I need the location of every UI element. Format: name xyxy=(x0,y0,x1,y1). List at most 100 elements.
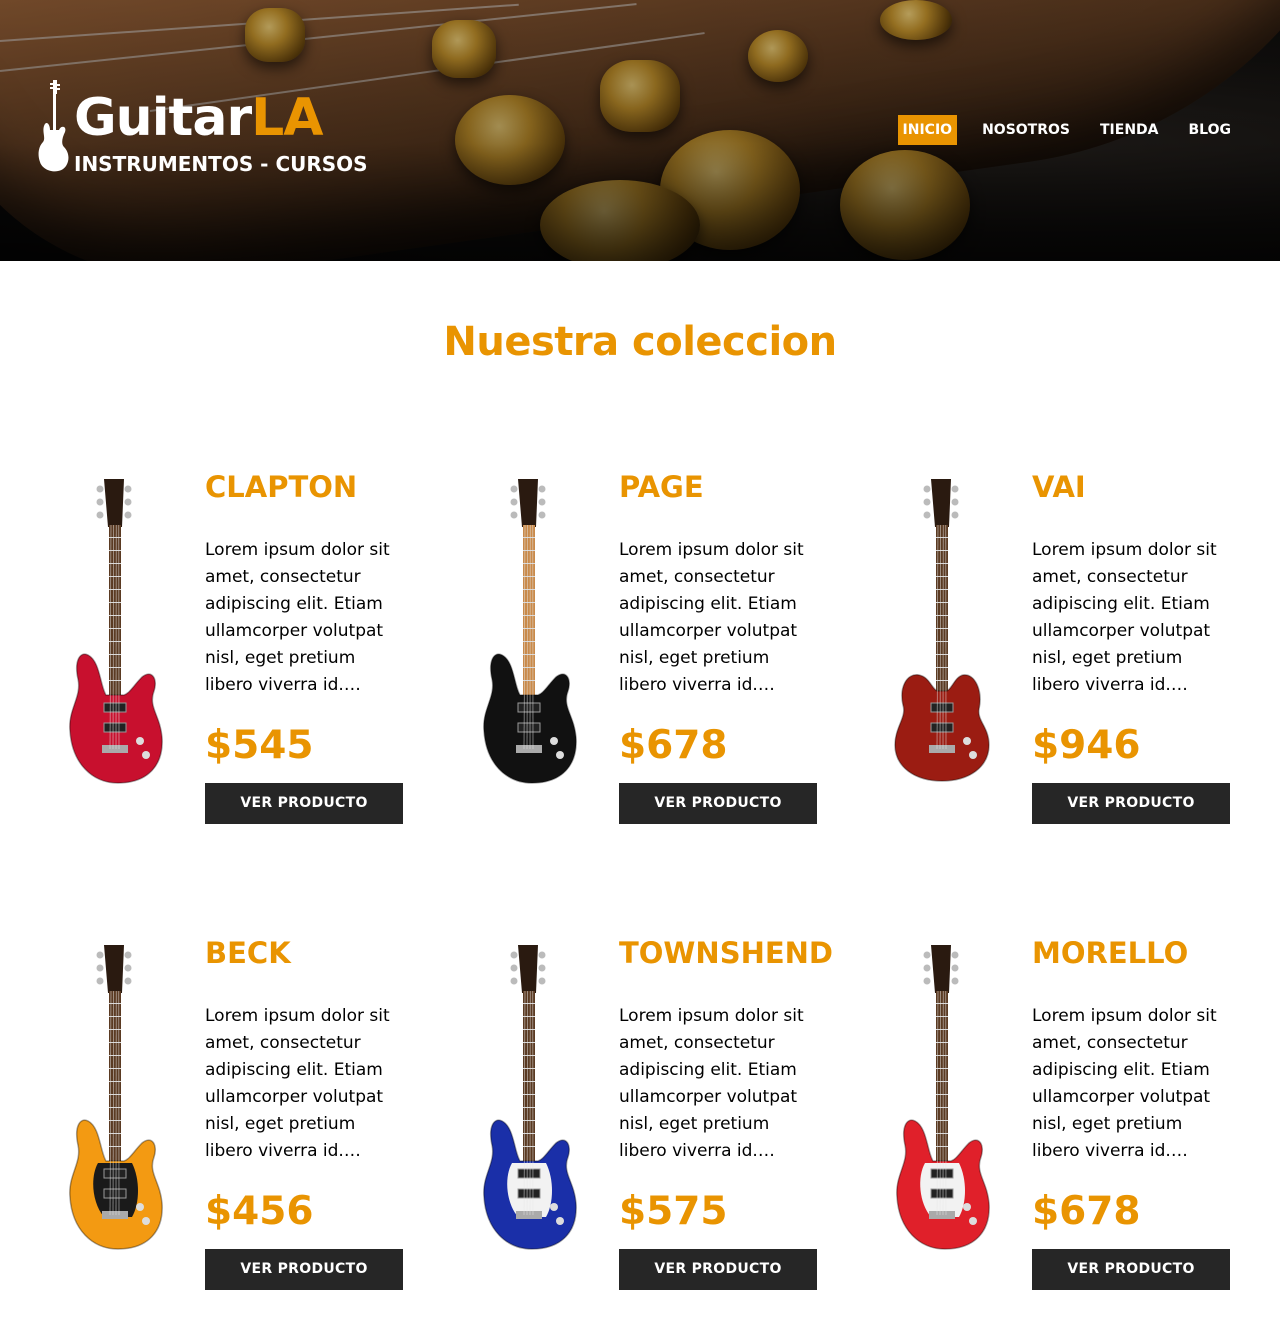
guitar-headstock xyxy=(104,479,124,527)
product-name: VAI xyxy=(1032,469,1230,505)
view-product-button[interactable]: VER PRODUCTO xyxy=(205,783,403,824)
guitar-tuner xyxy=(924,978,931,985)
orange-guitar-icon[interactable] xyxy=(40,931,190,1261)
blue-guitar-icon[interactable] xyxy=(454,931,604,1261)
logo-text-la: LA xyxy=(251,88,322,148)
guitar-tuner xyxy=(924,512,931,519)
guitar-knob xyxy=(963,737,971,745)
guitar-logo-icon xyxy=(38,80,70,175)
red-quilted-guitar-icon[interactable] xyxy=(40,465,190,795)
product-name: BECK xyxy=(205,935,403,971)
guitar-tuner xyxy=(952,486,959,493)
nav-link-blog[interactable]: BLOG xyxy=(1184,115,1237,145)
guitar-pickup xyxy=(931,1189,953,1198)
guitar-pickup xyxy=(104,703,126,712)
guitar-tuner xyxy=(97,499,104,506)
guitar-pickup xyxy=(104,1189,126,1198)
guitar-knob xyxy=(550,737,558,745)
guitar-tuner xyxy=(125,952,132,959)
guitar-pickup xyxy=(931,703,953,712)
guitar-pickup xyxy=(104,1169,126,1178)
view-product-button[interactable]: VER PRODUCTO xyxy=(1032,1249,1230,1290)
product-card-morello: MORELLO Lorem ipsum dolor sit amet, cons… xyxy=(867,931,1267,1321)
guitar-knob xyxy=(142,751,150,759)
guitar-pickup xyxy=(931,723,953,732)
logo-tagline: INSTRUMENTOS - CURSOS xyxy=(74,152,368,176)
product-price: $545 xyxy=(205,721,403,771)
guitar-tuner xyxy=(511,965,518,972)
black-guitar-icon[interactable] xyxy=(454,465,604,795)
view-product-button[interactable]: VER PRODUCTO xyxy=(1032,783,1230,824)
guitar-bridge xyxy=(102,1211,128,1219)
site-header: GuitarLA INSTRUMENTOS - CURSOS INICIO NO… xyxy=(0,0,1280,261)
product-price: $678 xyxy=(1032,1187,1230,1237)
guitar-headstock xyxy=(931,479,951,527)
product-card-vai: VAI Lorem ipsum dolor sit amet, consecte… xyxy=(867,465,1267,855)
guitar-tuner xyxy=(952,965,959,972)
product-description: Lorem ipsum dolor sit amet, consectetur … xyxy=(1032,1003,1230,1165)
product-card-clapton: CLAPTON Lorem ipsum dolor sit amet, cons… xyxy=(40,465,440,855)
guitar-tuner xyxy=(511,499,518,506)
guitar-tuner xyxy=(924,965,931,972)
guitar-knob xyxy=(142,1217,150,1225)
nav-link-tienda[interactable]: TIENDA xyxy=(1095,115,1164,145)
view-product-button[interactable]: VER PRODUCTO xyxy=(619,783,817,824)
guitar-tuner xyxy=(125,499,132,506)
guitar-headstock xyxy=(518,945,538,993)
guitar-knob xyxy=(969,1217,977,1225)
guitar-bridge xyxy=(929,745,955,753)
guitar-tuner xyxy=(539,512,546,519)
view-product-button[interactable]: VER PRODUCTO xyxy=(619,1249,817,1290)
nav-link-nosotros[interactable]: NOSOTROS xyxy=(977,115,1075,145)
guitar-tuner xyxy=(539,978,546,985)
product-description: Lorem ipsum dolor sit amet, consectetur … xyxy=(205,537,403,699)
guitar-pickup xyxy=(104,723,126,732)
guitar-pickup xyxy=(931,1169,953,1178)
logo-wordmark: GuitarLA xyxy=(74,88,323,148)
red-white-guitar-icon[interactable] xyxy=(867,931,1017,1261)
product-price: $456 xyxy=(205,1187,403,1237)
guitar-knob xyxy=(556,751,564,759)
product-card-page: PAGE Lorem ipsum dolor sit amet, consect… xyxy=(454,465,854,855)
guitar-tuner xyxy=(952,978,959,985)
product-name: PAGE xyxy=(619,469,817,505)
guitar-bridge xyxy=(102,745,128,753)
guitar-tuner xyxy=(924,952,931,959)
guitar-tuner xyxy=(539,486,546,493)
guitar-knob xyxy=(550,1203,558,1211)
cherry-single-cut-guitar-icon[interactable] xyxy=(867,465,1017,795)
nav-link-inicio[interactable]: INICIO xyxy=(898,115,958,145)
guitar-tuner xyxy=(97,965,104,972)
view-product-button[interactable]: VER PRODUCTO xyxy=(205,1249,403,1290)
guitar-tuner xyxy=(125,512,132,519)
logo-text-guitar: Guitar xyxy=(74,88,251,148)
guitar-tuner xyxy=(539,965,546,972)
guitar-tuner xyxy=(97,978,104,985)
guitar-bridge xyxy=(516,1211,542,1219)
guitar-pickup xyxy=(518,1189,540,1198)
guitar-headstock xyxy=(104,945,124,993)
product-description: Lorem ipsum dolor sit amet, consectetur … xyxy=(619,1003,817,1165)
guitar-tuner xyxy=(97,512,104,519)
guitar-knob xyxy=(136,737,144,745)
guitar-tuner xyxy=(924,486,931,493)
product-price: $575 xyxy=(619,1187,817,1237)
site-logo[interactable]: GuitarLA INSTRUMENTOS - CURSOS xyxy=(38,80,358,180)
guitar-tuner xyxy=(97,486,104,493)
product-price: $678 xyxy=(619,721,817,771)
product-card-beck: BECK Lorem ipsum dolor sit amet, consect… xyxy=(40,931,440,1321)
guitar-headstock xyxy=(518,479,538,527)
guitar-tuner xyxy=(952,499,959,506)
guitar-knob xyxy=(969,751,977,759)
guitar-tuner xyxy=(952,952,959,959)
guitar-bridge xyxy=(516,745,542,753)
guitar-tuner xyxy=(924,499,931,506)
guitar-knob xyxy=(963,1203,971,1211)
guitar-pickup xyxy=(518,1169,540,1178)
guitar-knob xyxy=(136,1203,144,1211)
product-description: Lorem ipsum dolor sit amet, consectetur … xyxy=(205,1003,403,1165)
guitar-tuner xyxy=(511,952,518,959)
product-description: Lorem ipsum dolor sit amet, consectetur … xyxy=(619,537,817,699)
guitar-tuner xyxy=(511,978,518,985)
guitar-bridge xyxy=(929,1211,955,1219)
